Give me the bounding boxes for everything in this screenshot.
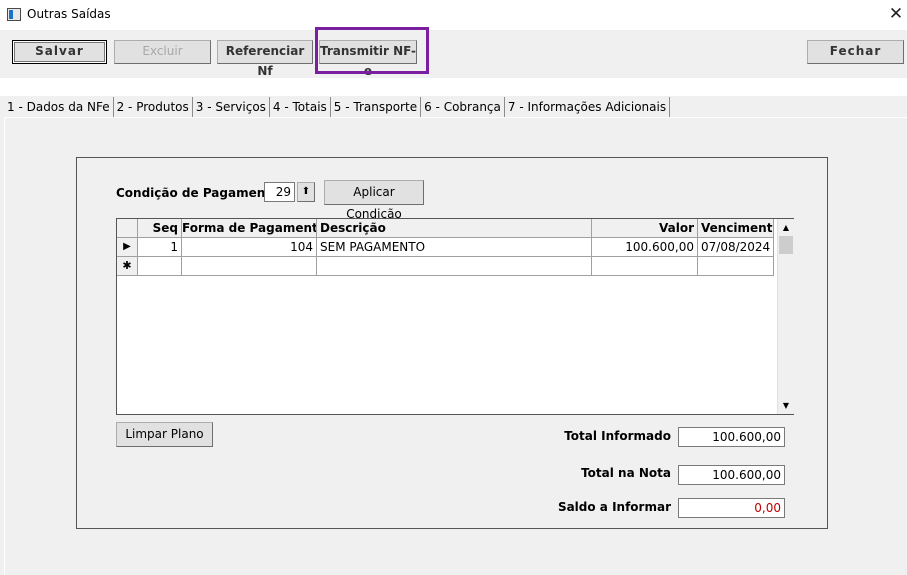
tab-dados-nfe[interactable]: 1 - Dados da NFe: [4, 97, 114, 117]
tab-transporte[interactable]: 5 - Transporte: [331, 97, 422, 117]
row-indicator-header: [117, 219, 138, 238]
column-header-descricao[interactable]: Descrição: [317, 219, 592, 238]
close-icon[interactable]: ✕: [886, 4, 906, 24]
delete-button[interactable]: Excluir: [114, 40, 211, 64]
separator-band: [0, 78, 907, 96]
payment-grid: Seq Forma de Pagamento Descrição Valor V…: [116, 218, 794, 415]
grid-vertical-scrollbar[interactable]: ▲ ▼: [777, 219, 794, 414]
new-row-cell-descricao[interactable]: [317, 257, 592, 276]
payment-condition-label: Condição de Pagamento: [116, 186, 280, 200]
delete-button-label: Excluir: [142, 44, 183, 58]
column-header-vencimento[interactable]: Vencimento: [698, 219, 774, 238]
new-row-cell-valor[interactable]: [592, 257, 698, 276]
new-row-cell-forma[interactable]: [182, 257, 317, 276]
save-button[interactable]: Salvar: [12, 40, 107, 64]
apply-condition-button[interactable]: Aplicar Condição: [324, 180, 424, 221]
total-nota-field[interactable]: 100.600,00: [678, 465, 785, 485]
total-nota-label: Total na Nota: [581, 466, 671, 480]
window-title: Outras Saídas: [27, 7, 111, 21]
tab-strip: 1 - Dados da NFe 2 - Produtos 3 - Serviç…: [4, 97, 671, 117]
tab-content-border: [4, 117, 907, 118]
app-window-icon: [7, 8, 21, 21]
column-header-forma[interactable]: Forma de Pagamento: [182, 219, 317, 238]
highlight-box: [315, 27, 429, 74]
new-row-cell-seq[interactable]: [138, 257, 182, 276]
tab-servicos[interactable]: 3 - Serviços: [193, 97, 270, 117]
close-button-label: Fechar: [829, 44, 882, 58]
saldo-informar-label: Saldo a Informar: [557, 500, 671, 514]
table-cell-valor[interactable]: 100.600,00: [592, 238, 698, 257]
reference-nf-button-label: Referenciar Nf: [225, 44, 305, 78]
column-header-valor[interactable]: Valor: [592, 219, 698, 238]
total-informado-field[interactable]: 100.600,00: [678, 427, 785, 447]
column-header-seq[interactable]: Seq: [138, 219, 182, 238]
tab-informacoes-adicionais[interactable]: 7 - Informações Adicionais: [505, 97, 671, 117]
close-button[interactable]: Fechar: [807, 40, 904, 64]
arrow-up-icon[interactable]: ⬆: [297, 182, 315, 202]
title-bar: Outras Saídas ✕: [0, 0, 907, 30]
table-cell-forma[interactable]: 104: [182, 238, 317, 257]
total-informado-label: Total Informado: [564, 429, 671, 443]
tab-cobranca[interactable]: 6 - Cobrança: [421, 97, 505, 117]
reference-nf-button[interactable]: Referenciar Nf: [217, 40, 313, 78]
scroll-up-icon[interactable]: ▲: [778, 219, 794, 236]
scroll-thumb[interactable]: [779, 236, 793, 254]
tab-totais[interactable]: 4 - Totais: [270, 97, 331, 117]
scroll-down-icon[interactable]: ▼: [778, 397, 794, 414]
clear-plan-button-label: Limpar Plano: [125, 427, 204, 441]
save-button-label: Salvar: [35, 44, 84, 58]
clear-plan-button[interactable]: Limpar Plano: [116, 422, 213, 447]
payment-condition-input[interactable]: 29: [264, 182, 295, 202]
table-cell-descricao[interactable]: SEM PAGAMENTO: [317, 238, 592, 257]
current-row-indicator-icon[interactable]: ▶: [117, 238, 138, 257]
tab-content-edge: [4, 117, 5, 575]
saldo-informar-field[interactable]: 0,00: [678, 498, 785, 518]
new-row-indicator-icon[interactable]: ✱: [117, 257, 138, 276]
tab-produtos[interactable]: 2 - Produtos: [114, 97, 193, 117]
table-cell-seq[interactable]: 1: [138, 238, 182, 257]
new-row-cell-vencimento[interactable]: [698, 257, 774, 276]
table-cell-vencimento[interactable]: 07/08/2024: [698, 238, 774, 257]
